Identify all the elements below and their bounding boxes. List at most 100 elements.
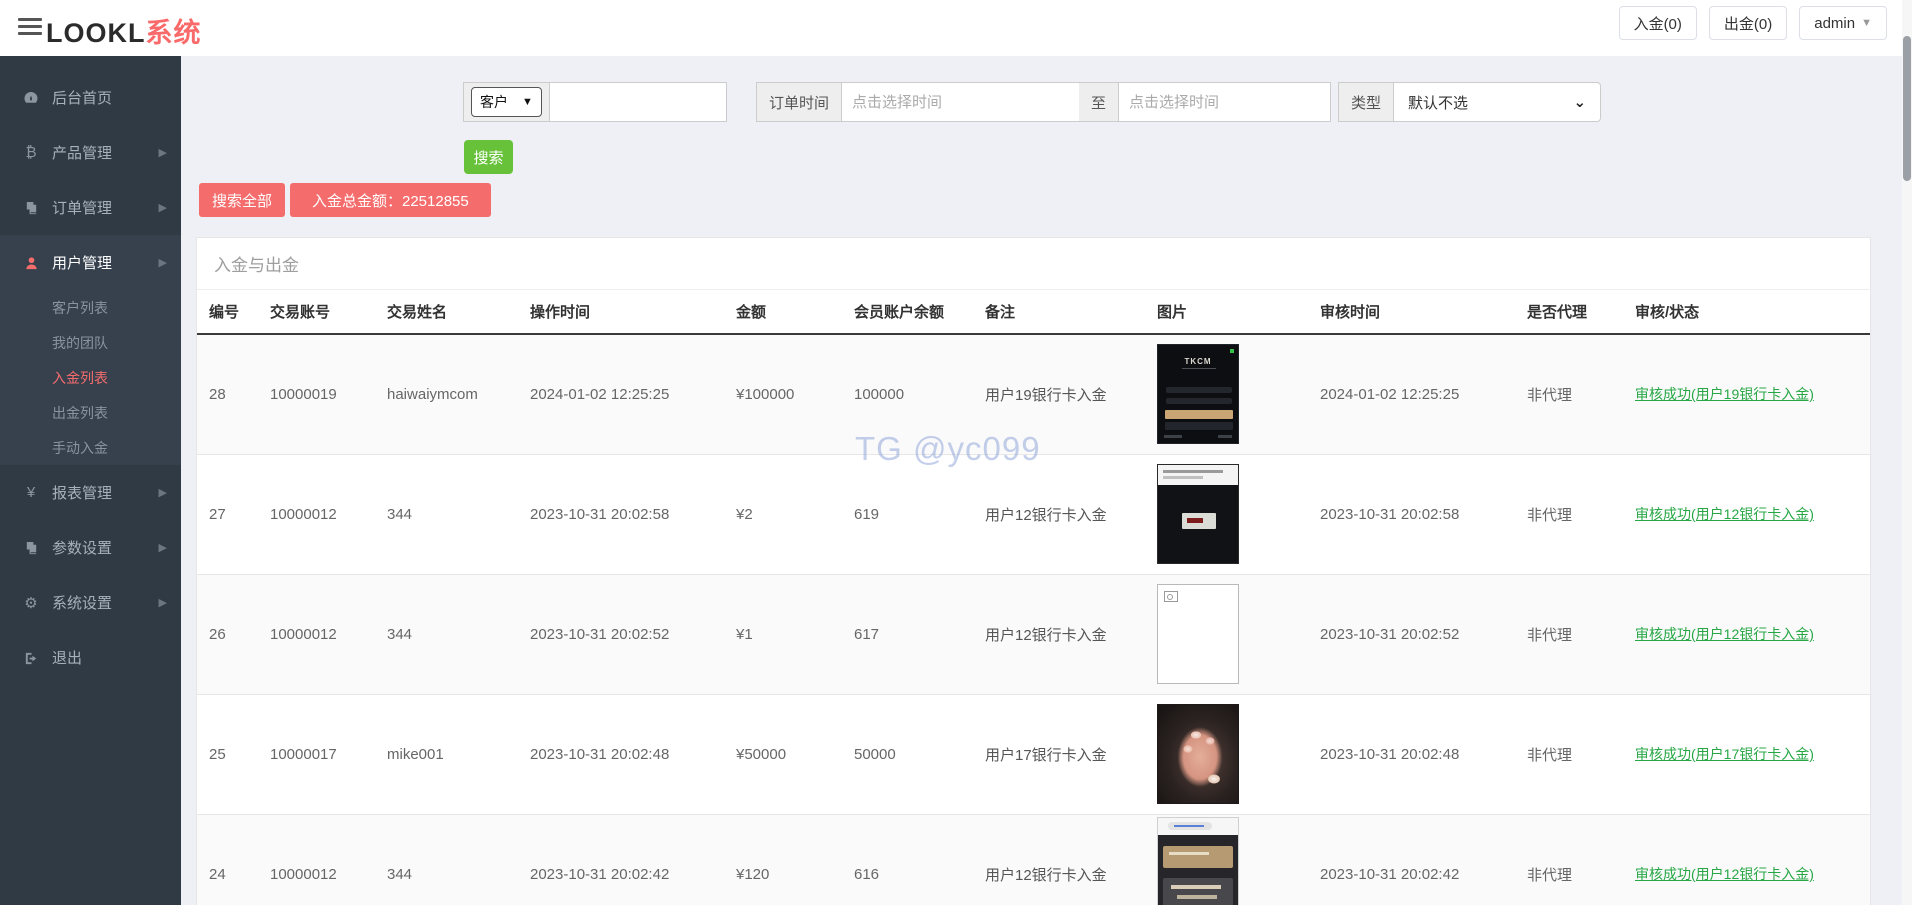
app-logo-suffix: 系统 [145, 18, 202, 48]
status-link[interactable]: 审核成功(用户12银行卡入金) [1635, 626, 1814, 642]
table-row: 28 10000019 haiwaiymcom 2024-01-02 12:25… [197, 334, 1870, 454]
cell-op-time: 2023-10-31 20:02:58 [530, 505, 670, 523]
status-link[interactable]: 审核成功(用户12银行卡入金) [1635, 866, 1814, 882]
cell-balance: 619 [854, 505, 880, 523]
end-time-input[interactable] [1118, 82, 1332, 122]
type-select[interactable]: 默认不选 ⌄ [1393, 82, 1602, 122]
start-time-input[interactable] [841, 82, 1081, 122]
sidebar-item-orders[interactable]: 订单管理 ▶ [0, 180, 181, 235]
customer-search-input[interactable] [548, 82, 727, 122]
cell-amount: ¥2 [736, 505, 753, 523]
cell-remark: 用户12银行卡入金 [985, 866, 1107, 884]
cell-id: 24 [209, 865, 226, 883]
sidebar-item-label: 报表管理 [52, 485, 113, 502]
col-header-agent: 是否代理 [1515, 290, 1623, 335]
sidebar-subitem-withdraw-list[interactable]: 出金列表 [0, 395, 181, 430]
receipt-image[interactable]: TKCM [1157, 344, 1239, 445]
receipt-image-broken[interactable] [1157, 584, 1239, 684]
gears-icon: ⚙ [24, 594, 38, 612]
sidebar-subitem-customer-list[interactable]: 客户列表 [0, 290, 181, 325]
search-button[interactable]: 搜索 [464, 140, 513, 174]
deposit-count-button[interactable]: 入金(0) [1618, 6, 1697, 40]
col-header-op-time: 操作时间 [518, 290, 724, 335]
orders-icon [20, 199, 42, 216]
chevron-down-icon: ⌄ [1573, 94, 1587, 111]
search-all-button[interactable]: 搜索全部 [199, 183, 286, 217]
sidebar-subitem-label: 客户列表 [52, 299, 108, 316]
app-logo[interactable]: LOOKL系统 [46, 11, 202, 50]
chevron-right-icon: ▶ [158, 487, 167, 499]
cell-audit-time: 2024-01-02 12:25:25 [1320, 385, 1460, 403]
sidebar-subitem-label: 出金列表 [52, 404, 108, 421]
cell-agent: 非代理 [1527, 626, 1573, 644]
sidebar-item-products[interactable]: ₿ 产品管理 ▶ [0, 125, 181, 180]
cell-balance: 616 [854, 865, 880, 883]
sidebar-item-params[interactable]: 参数设置 ▶ [0, 520, 181, 575]
cell-name: mike001 [387, 745, 444, 763]
sidebar-nav: 后台首页 ₿ 产品管理 ▶ 订单管理 ▶ 用户管理 ▶ 客户列表 我的团队 入金… [0, 56, 181, 905]
app-logo-text: LOOKL [46, 18, 146, 48]
sidebar-item-logout[interactable]: 退出 [0, 630, 181, 685]
cell-account: 10000012 [270, 505, 337, 523]
menu-toggle-icon[interactable] [18, 18, 42, 38]
yen-icon: ¥ [26, 484, 36, 501]
user-menu-button[interactable]: admin ▼ [1799, 6, 1887, 40]
col-header-audit-time: 审核时间 [1308, 290, 1515, 335]
cell-id: 26 [209, 625, 226, 643]
cell-agent: 非代理 [1527, 866, 1573, 884]
dashboard-icon [20, 89, 42, 106]
sidebar-item-label: 后台首页 [52, 90, 113, 107]
sidebar-item-label: 退出 [52, 650, 83, 667]
sidebar-item-dashboard[interactable]: 后台首页 [0, 70, 181, 125]
status-link[interactable]: 审核成功(用户17银行卡入金) [1635, 746, 1814, 762]
table-row: 26 10000012 344 2023-10-31 20:02:52 ¥1 6… [197, 574, 1870, 694]
sidebar-item-label: 订单管理 [52, 200, 113, 217]
status-link[interactable]: 审核成功(用户12银行卡入金) [1635, 506, 1814, 522]
receipt-image[interactable] [1157, 816, 1239, 905]
cell-remark: 用户19银行卡入金 [985, 386, 1107, 404]
type-select-value: 默认不选 [1408, 94, 1469, 112]
col-header-name: 交易姓名 [375, 290, 518, 335]
sidebar-item-users[interactable]: 用户管理 ▶ [0, 235, 181, 290]
cell-account: 10000019 [270, 385, 337, 403]
table-row: 27 10000012 344 2023-10-31 20:02:58 ¥2 6… [197, 454, 1870, 574]
receipt-image[interactable] [1157, 704, 1239, 804]
sidebar-subitem-label: 手动入金 [52, 439, 108, 456]
cell-op-time: 2023-10-31 20:02:48 [530, 745, 670, 763]
broken-image-icon [1164, 591, 1178, 602]
chevron-down-icon: ▼ [1861, 17, 1872, 29]
withdraw-count-button[interactable]: 出金(0) [1708, 6, 1788, 40]
cell-amount: ¥1 [736, 625, 753, 643]
chevron-right-icon: ▶ [158, 202, 167, 214]
cell-audit-time: 2023-10-31 20:02:48 [1320, 745, 1460, 763]
cell-remark: 用户12银行卡入金 [985, 506, 1107, 524]
receipt-image[interactable] [1157, 464, 1239, 564]
sidebar-item-system[interactable]: ⚙ 系统设置 ▶ [0, 575, 181, 630]
deposit-table-panel: 入金与出金 编号 交易账号 交易姓名 操作时间 金额 会员账户余额 备注 图片 … [196, 237, 1871, 905]
sidebar-item-label: 用户管理 [52, 255, 113, 272]
sidebar-subitem-label: 入金列表 [52, 369, 108, 386]
cell-op-time: 2023-10-31 20:02:52 [530, 625, 670, 643]
cell-agent: 非代理 [1527, 506, 1573, 524]
deposit-table: 编号 交易账号 交易姓名 操作时间 金额 会员账户余额 备注 图片 审核时间 是… [197, 290, 1870, 905]
sidebar-subitem-my-team[interactable]: 我的团队 [0, 325, 181, 360]
col-header-amount: 金额 [724, 290, 842, 335]
cell-audit-time: 2023-10-31 20:02:52 [1320, 625, 1460, 643]
cell-id: 27 [209, 505, 226, 523]
cell-account: 10000017 [270, 745, 337, 763]
sidebar-subitem-manual-deposit[interactable]: 手动入金 [0, 430, 181, 465]
cell-op-time: 2024-01-02 12:25:25 [530, 385, 670, 403]
user-menu-label: admin [1814, 14, 1856, 32]
cell-op-time: 2023-10-31 20:02:42 [530, 865, 670, 883]
scrollbar-thumb[interactable] [1903, 36, 1911, 181]
status-link[interactable]: 审核成功(用户19银行卡入金) [1635, 386, 1814, 402]
field-select[interactable]: 客户 ▼ [471, 87, 542, 117]
cell-name: 344 [387, 625, 413, 643]
cell-audit-time: 2023-10-31 20:02:58 [1320, 505, 1460, 523]
col-header-account: 交易账号 [258, 290, 375, 335]
table-row: 24 10000012 344 2023-10-31 20:02:42 ¥120… [197, 814, 1870, 905]
field-select-value: 客户 [480, 94, 508, 110]
cell-name: 344 [387, 505, 413, 523]
sidebar-subitem-deposit-list[interactable]: 入金列表 [0, 360, 181, 395]
sidebar-item-reports[interactable]: ¥ 报表管理 ▶ [0, 465, 181, 520]
